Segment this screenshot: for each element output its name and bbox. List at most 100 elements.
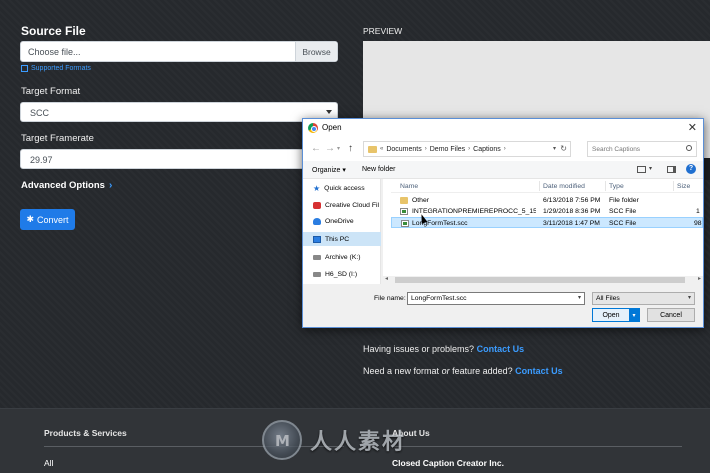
contact-us-link[interactable]: Contact Us [477, 344, 525, 354]
advanced-options-toggle[interactable]: Advanced Options › [21, 180, 112, 191]
nav-item-archive[interactable]: Archive (K:) [313, 254, 361, 261]
file-chooser-placeholder: Choose file... [28, 47, 81, 57]
file-type-filter-value: All Files [596, 295, 620, 302]
convert-button[interactable]: ✱ Convert [20, 209, 75, 230]
file-name: INTEGRATIONPREMIEREPROCC_5_15172... [412, 208, 536, 215]
scroll-thumb[interactable] [395, 277, 685, 283]
help-icon[interactable]: ? [686, 164, 696, 174]
nav-item-this-pc[interactable]: This PC [313, 236, 349, 243]
external-link-icon [21, 65, 28, 72]
address-row: ← → ▾ ↑ « Documents › Demo Files › Capti… [303, 137, 703, 161]
column-header-size[interactable]: Size [677, 183, 703, 190]
file-name-value: LongFormTest.scc [411, 295, 467, 302]
drive-icon [313, 272, 321, 277]
watermark-text: 人人素材 [310, 430, 407, 455]
back-arrow-icon[interactable]: ← [311, 143, 321, 154]
file-date: 6/13/2018 7:56 PM [543, 197, 601, 204]
file-row-integration[interactable]: INTEGRATIONPREMIEREPROCC_5_15172... 1/29… [391, 206, 703, 217]
chevron-right-icon: › [108, 180, 113, 191]
recent-dropdown-icon[interactable]: ▾ [337, 145, 340, 152]
file-type-filter[interactable]: All Files ▾ [592, 292, 695, 305]
help-feature-text-2: feature added? [452, 366, 513, 376]
target-format-label: Target Format [21, 86, 81, 97]
drive-icon [313, 255, 321, 260]
running-person-icon: ✱ [26, 214, 35, 224]
column-header-name[interactable]: Name [400, 183, 530, 190]
forward-arrow-icon[interactable]: → [325, 143, 335, 154]
chevron-down-icon[interactable]: ▾ [553, 145, 556, 152]
up-arrow-icon[interactable]: ↑ [348, 143, 353, 154]
help-feature-or: or [441, 366, 450, 376]
target-format-value: SCC [30, 108, 50, 118]
file-size: 98 [694, 220, 702, 227]
chevron-down-icon[interactable]: ▾ [649, 165, 652, 172]
navigation-pane: ★ Quick access Creative Cloud Fil OneDri… [303, 179, 381, 284]
dialog-title: Open [322, 123, 342, 132]
source-file-title: Source File [21, 24, 86, 38]
target-framerate-input[interactable]: 29.97 [20, 149, 310, 169]
file-list-header: Name Date modified Type Size [391, 179, 703, 193]
breadcrumb-item[interactable]: Documents [386, 146, 421, 153]
close-icon[interactable]: ✕ [688, 121, 697, 134]
search-input[interactable]: Search Captions [587, 141, 697, 157]
open-options-dropdown[interactable]: ▾ [629, 309, 639, 321]
creative-cloud-icon [313, 202, 321, 209]
contact-us-link-2[interactable]: Contact Us [515, 366, 563, 376]
organize-menu[interactable]: Organize ▾ [312, 166, 346, 174]
file-list: Name Date modified Type Size Other 6/13/… [391, 179, 703, 284]
target-framerate-label: Target Framerate [21, 133, 94, 144]
column-divider[interactable] [539, 181, 540, 191]
column-header-date[interactable]: Date modified [543, 183, 605, 190]
footer-divider [392, 446, 682, 447]
folder-icon [368, 145, 377, 153]
nav-item-quick-access[interactable]: ★ Quick access [313, 185, 365, 193]
column-header-type[interactable]: Type [609, 183, 669, 190]
help-feature-text-1: Need a new format [363, 366, 440, 376]
scc-file-icon [400, 208, 408, 215]
search-placeholder: Search Captions [592, 145, 641, 153]
nav-item-label: Quick access [324, 185, 365, 192]
column-divider[interactable] [605, 181, 606, 191]
supported-formats-link[interactable]: Supported Formats [21, 65, 91, 72]
footer-link-all[interactable]: All [44, 458, 53, 468]
breadcrumb-item[interactable]: Demo Files [430, 146, 465, 153]
advanced-options-label: Advanced Options [21, 180, 105, 191]
open-button[interactable]: Open ▾ [592, 308, 640, 322]
help-line-feature: Need a new format or feature added? Cont… [363, 366, 563, 376]
nav-item-creative-cloud[interactable]: Creative Cloud Fil [313, 202, 379, 209]
cancel-button[interactable]: Cancel [647, 308, 695, 322]
folder-icon [400, 197, 408, 204]
target-framerate-value: 29.97 [30, 155, 53, 165]
view-options-icon[interactable] [637, 166, 646, 173]
new-folder-button[interactable]: New folder [362, 166, 395, 173]
breadcrumb-overflow: « [380, 146, 384, 152]
target-format-select[interactable]: SCC [20, 102, 338, 122]
chevron-right-icon: › [468, 146, 471, 152]
open-file-dialog: Open ✕ ← → ▾ ↑ « Documents › Demo Files … [302, 118, 704, 328]
chevron-down-icon[interactable]: ▾ [578, 294, 581, 301]
horizontal-scrollbar[interactable]: ◂ ▸ [383, 276, 703, 284]
file-row-other[interactable]: Other 6/13/2018 7:56 PM File folder [391, 195, 703, 206]
file-name: LongFormTest.scc [412, 220, 468, 227]
footer-company-name: Closed Caption Creator Inc. [392, 458, 504, 468]
file-chooser-input[interactable]: Choose file... Browse [20, 41, 338, 62]
breadcrumb-item[interactable]: Captions [473, 146, 501, 153]
address-bar[interactable]: « Documents › Demo Files › Captions › ▾ … [363, 141, 571, 157]
watermark: 人人素材 [262, 420, 406, 460]
nav-item-onedrive[interactable]: OneDrive [313, 218, 354, 225]
scroll-left-icon[interactable]: ◂ [385, 275, 388, 282]
cancel-button-label: Cancel [660, 311, 682, 319]
browse-button[interactable]: Browse [295, 42, 337, 61]
scroll-right-icon[interactable]: ▸ [698, 275, 701, 282]
refresh-icon[interactable]: ↻ [560, 144, 567, 153]
file-type: SCC File [609, 208, 637, 215]
file-row-longformtest[interactable]: LongFormTest.scc 3/11/2018 1:47 PM SCC F… [391, 217, 703, 228]
nav-item-h6-sd[interactable]: H6_SD (I:) [313, 271, 357, 278]
onedrive-icon [313, 218, 321, 225]
nav-item-label: OneDrive [325, 218, 354, 225]
file-name-input[interactable]: LongFormTest.scc ▾ [407, 292, 585, 305]
column-divider[interactable] [673, 181, 674, 191]
nav-item-label: This PC [325, 236, 350, 243]
chevron-down-icon [326, 110, 332, 114]
preview-pane-icon[interactable] [667, 166, 676, 173]
